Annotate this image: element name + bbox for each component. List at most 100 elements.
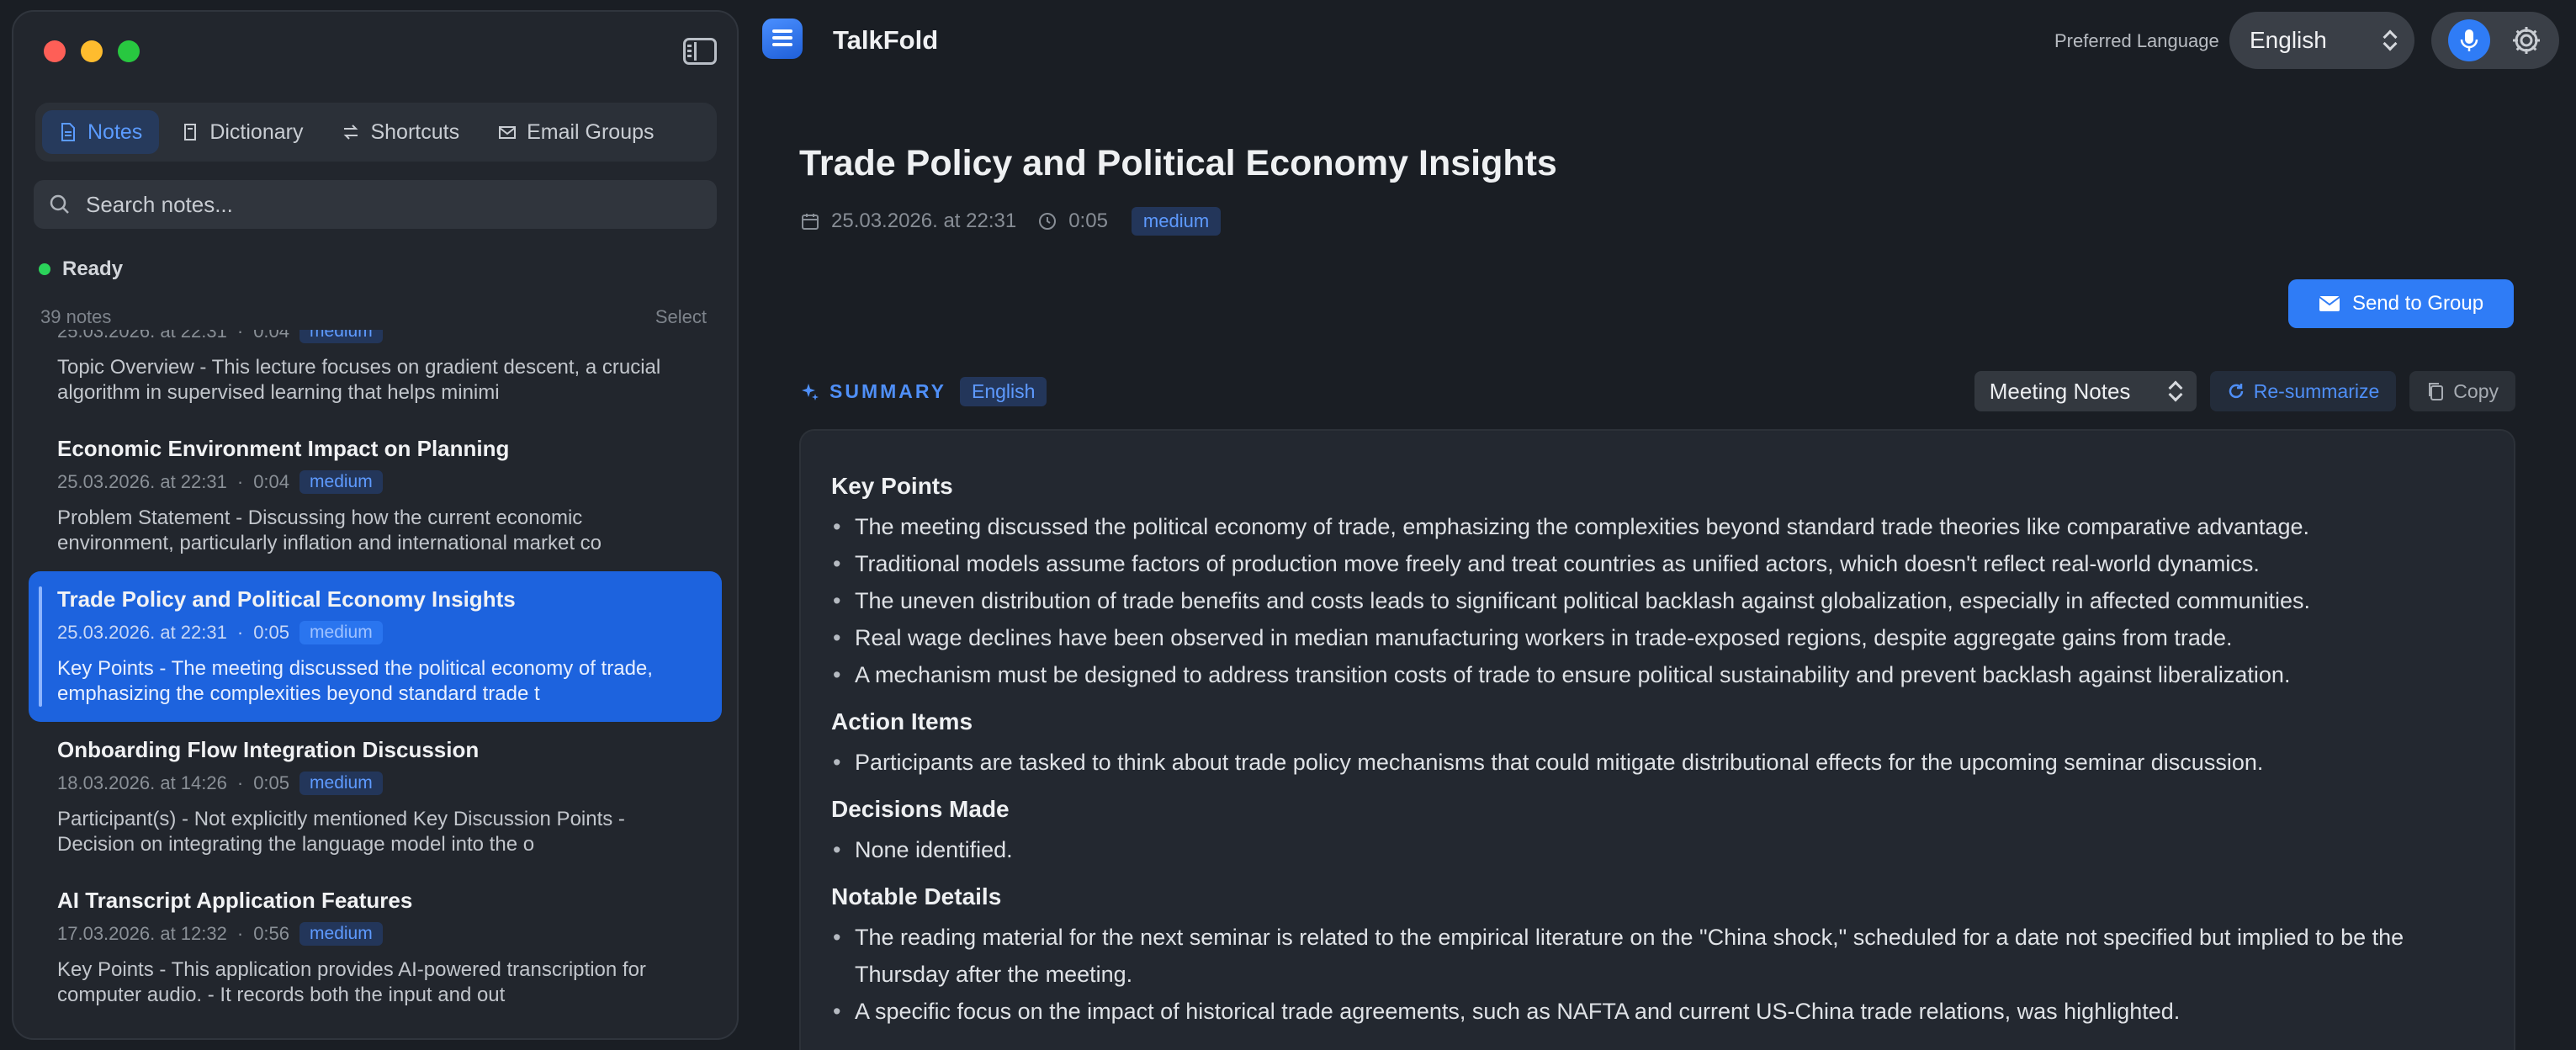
meta-separator: · bbox=[236, 330, 244, 342]
quality-badge: medium bbox=[299, 621, 383, 644]
send-to-group-button[interactable]: Send to Group bbox=[2288, 279, 2514, 328]
select-button[interactable]: Select bbox=[655, 306, 707, 328]
language-select-value: English bbox=[2250, 27, 2327, 53]
page-title: Trade Policy and Political Economy Insig… bbox=[799, 143, 1557, 183]
meta-separator: · bbox=[236, 923, 244, 944]
notes-list: 25.03.2026. at 22:31 · 0:04 medium Topic… bbox=[29, 330, 722, 1038]
bullet-list: None identified. bbox=[831, 831, 2483, 868]
sidebar-tabs: Notes Dictionary Shortcuts Email Groups bbox=[35, 103, 717, 162]
status-text: Ready bbox=[62, 257, 124, 280]
bullet-item: Real wage declines have been observed in… bbox=[831, 619, 2483, 656]
sidebar-toggle-icon[interactable] bbox=[683, 38, 717, 65]
tab-email-groups[interactable]: Email Groups bbox=[481, 110, 671, 154]
zoom-window-button[interactable] bbox=[118, 40, 140, 62]
gear-icon[interactable] bbox=[2510, 24, 2542, 56]
tab-dictionary-label: Dictionary bbox=[209, 119, 304, 144]
note-snippet: Problem Statement - Discussing how the c… bbox=[57, 506, 602, 554]
tab-dictionary[interactable]: Dictionary bbox=[164, 110, 320, 154]
note-duration: 0:04 bbox=[253, 471, 290, 492]
language-select[interactable]: English bbox=[2229, 12, 2414, 69]
chevron-updown-icon bbox=[2170, 381, 2181, 401]
toolbar-actions bbox=[2431, 12, 2559, 69]
calendar-icon bbox=[802, 214, 819, 230]
copy-icon bbox=[2429, 383, 2444, 400]
copy-button[interactable]: Copy bbox=[2409, 371, 2515, 411]
note-detail-duration: 0:05 bbox=[1068, 209, 1108, 232]
app-name: TalkFold bbox=[833, 25, 939, 55]
summary-heading: SUMMARY bbox=[801, 380, 946, 403]
note-detail-date: 25.03.2026. at 22:31 bbox=[831, 209, 1017, 232]
tab-email-groups-label: Email Groups bbox=[527, 119, 655, 144]
meta-separator: · bbox=[236, 772, 244, 793]
quality-badge: medium bbox=[299, 922, 383, 946]
list-item[interactable]: Onboarding Flow Integration Discussion 1… bbox=[29, 722, 722, 872]
note-duration: 0:04 bbox=[253, 330, 290, 342]
book-icon bbox=[184, 124, 197, 141]
list-item[interactable]: AI Transcript Application Features 17.03… bbox=[29, 872, 722, 1023]
arrows-icon bbox=[344, 125, 358, 140]
quality-badge: medium bbox=[299, 772, 383, 795]
note-date: 18.03.2026. at 14:26 bbox=[57, 772, 227, 793]
section-heading: Key Points bbox=[831, 473, 953, 499]
bullet-list: The meeting discussed the political econ… bbox=[831, 508, 2483, 693]
close-window-button[interactable] bbox=[44, 40, 66, 62]
list-item[interactable]: Economic Environment Impact on Planning … bbox=[29, 417, 722, 571]
meta-separator: · bbox=[236, 471, 244, 492]
note-date: 25.03.2026. at 22:31 bbox=[57, 622, 227, 643]
notes-count-row: 39 notes Select bbox=[40, 306, 707, 328]
quality-badge: medium bbox=[1131, 207, 1222, 236]
note-date: 25.03.2026. at 22:31 bbox=[57, 471, 227, 492]
note-title: Trade Policy and Political Economy Insig… bbox=[57, 586, 516, 612]
template-select-value: Meeting Notes bbox=[1989, 378, 2131, 404]
search-icon bbox=[50, 194, 69, 214]
note-snippet: Topic Overview - This lecture focuses on… bbox=[57, 356, 661, 404]
tab-notes-label: Notes bbox=[87, 119, 143, 144]
window-controls bbox=[44, 40, 140, 62]
list-item-selected[interactable]: Trade Policy and Political Economy Insig… bbox=[29, 571, 722, 722]
note-duration: 0:05 bbox=[253, 772, 290, 793]
note-duration: 0:56 bbox=[253, 923, 290, 944]
note-title: Economic Environment Impact on Planning bbox=[57, 436, 510, 461]
envelope-icon bbox=[2319, 296, 2340, 311]
note-snippet: Key Points - This application provides A… bbox=[57, 958, 646, 1006]
search-input[interactable] bbox=[86, 191, 702, 218]
list-item[interactable]: 25.03.2026. at 22:31 · 0:04 medium Topic… bbox=[29, 330, 722, 417]
bullet-item: Participants are tasked to think about t… bbox=[831, 744, 2483, 781]
notes-count: 39 notes bbox=[40, 306, 112, 327]
refresh-icon bbox=[2229, 384, 2244, 399]
section-heading: Action Items bbox=[831, 708, 973, 734]
copy-label: Copy bbox=[2453, 379, 2499, 402]
summary-content: Key Points The meeting discussed the pol… bbox=[799, 429, 2515, 1050]
resummarize-button[interactable]: Re-summarize bbox=[2209, 371, 2397, 411]
tab-shortcuts[interactable]: Shortcuts bbox=[325, 110, 476, 154]
status-indicator: Ready bbox=[39, 257, 123, 281]
meta-separator: · bbox=[236, 622, 244, 643]
bullet-item: The uneven distribution of trade benefit… bbox=[831, 582, 2483, 619]
note-title: AI Transcript Application Features bbox=[57, 888, 413, 913]
app-logo-icon bbox=[762, 19, 803, 59]
bullet-item: None identified. bbox=[831, 831, 2483, 868]
tab-shortcuts-label: Shortcuts bbox=[370, 119, 460, 144]
note-meta: 25.03.2026. at 22:31 · 0:05 medium bbox=[57, 621, 693, 644]
bullet-item: The meeting discussed the political econ… bbox=[831, 508, 2483, 545]
note-date: 25.03.2026. at 22:31 bbox=[57, 330, 227, 342]
quality-badge: medium bbox=[299, 330, 383, 343]
tab-notes[interactable]: Notes bbox=[42, 110, 160, 154]
section-heading: Decisions Made bbox=[831, 796, 1010, 822]
clock-icon bbox=[1039, 213, 1057, 230]
preferred-language-label: Preferred Language bbox=[2054, 30, 2219, 51]
document-icon bbox=[61, 123, 75, 141]
resummarize-label: Re-summarize bbox=[2253, 379, 2380, 402]
record-button[interactable] bbox=[2448, 19, 2490, 61]
template-select[interactable]: Meeting Notes bbox=[1974, 371, 2197, 411]
bullet-item: Traditional models assume factors of pro… bbox=[831, 545, 2483, 582]
sparkle-icon bbox=[802, 384, 819, 400]
envelope-icon bbox=[499, 126, 517, 139]
note-detail-meta: 25.03.2026. at 22:31 0:05 medium bbox=[801, 207, 1222, 236]
note-meta: 17.03.2026. at 12:32 · 0:56 medium bbox=[57, 922, 693, 946]
bullet-list: Participants are tasked to think about t… bbox=[831, 744, 2483, 781]
summary-language-badge: English bbox=[959, 376, 1047, 406]
note-meta: 25.03.2026. at 22:31 · 0:04 medium bbox=[57, 470, 693, 494]
minimize-window-button[interactable] bbox=[81, 40, 103, 62]
note-meta: 25.03.2026. at 22:31 · 0:04 medium bbox=[57, 330, 693, 343]
